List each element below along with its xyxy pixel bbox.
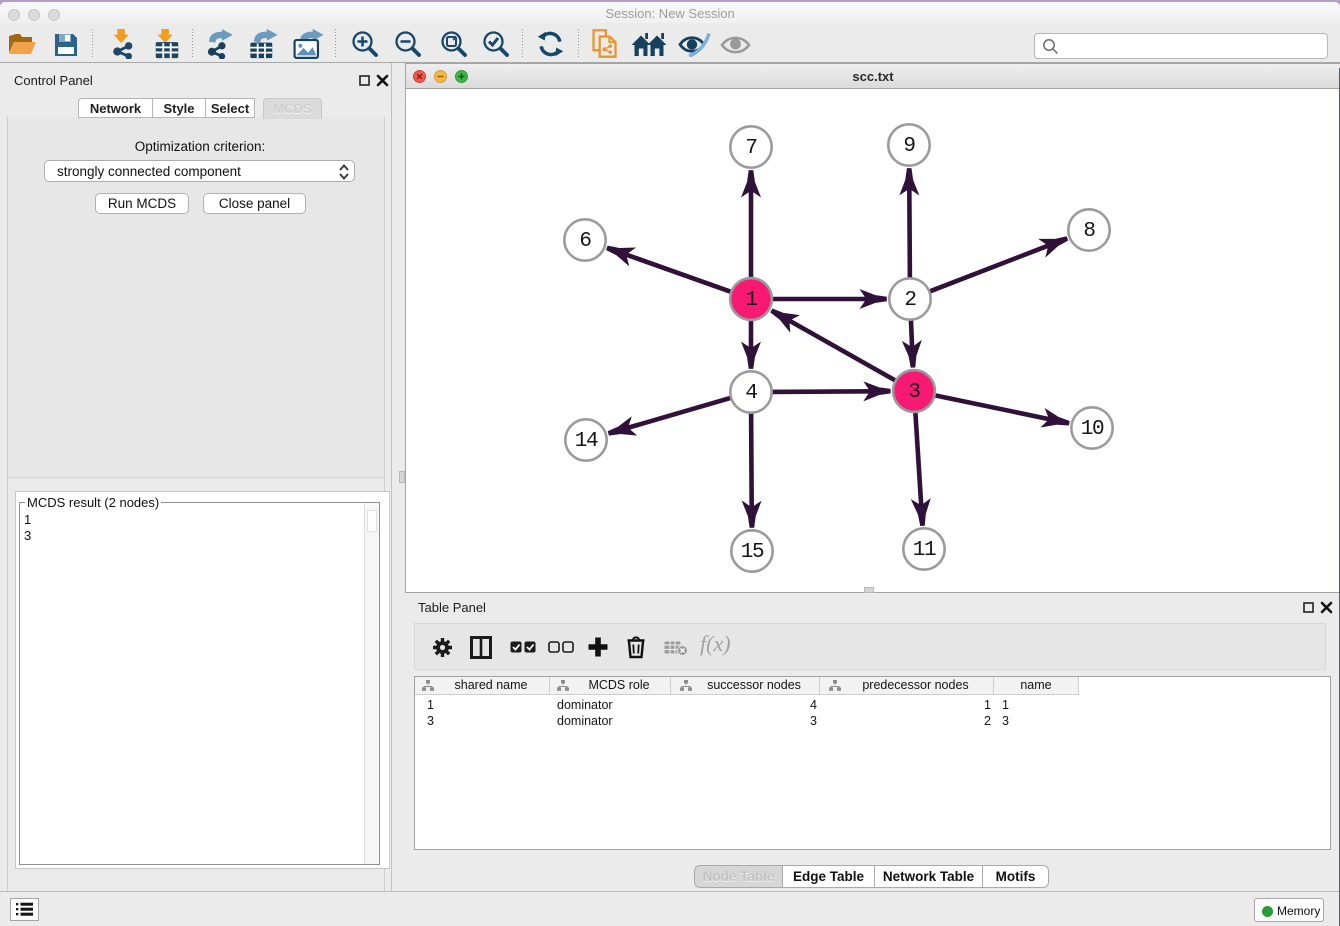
svg-text:2: 2 bbox=[904, 289, 916, 312]
svg-text:9: 9 bbox=[903, 135, 915, 158]
svg-text:3: 3 bbox=[908, 381, 920, 404]
svg-text:11: 11 bbox=[913, 539, 936, 562]
svg-text:8: 8 bbox=[1083, 220, 1095, 243]
svg-text:4: 4 bbox=[745, 382, 757, 405]
svg-text:6: 6 bbox=[579, 230, 591, 253]
svg-text:15: 15 bbox=[741, 541, 764, 564]
svg-text:7: 7 bbox=[745, 137, 756, 160]
svg-text:10: 10 bbox=[1081, 418, 1104, 441]
svg-text:1: 1 bbox=[745, 289, 757, 312]
svg-text:14: 14 bbox=[575, 430, 598, 453]
